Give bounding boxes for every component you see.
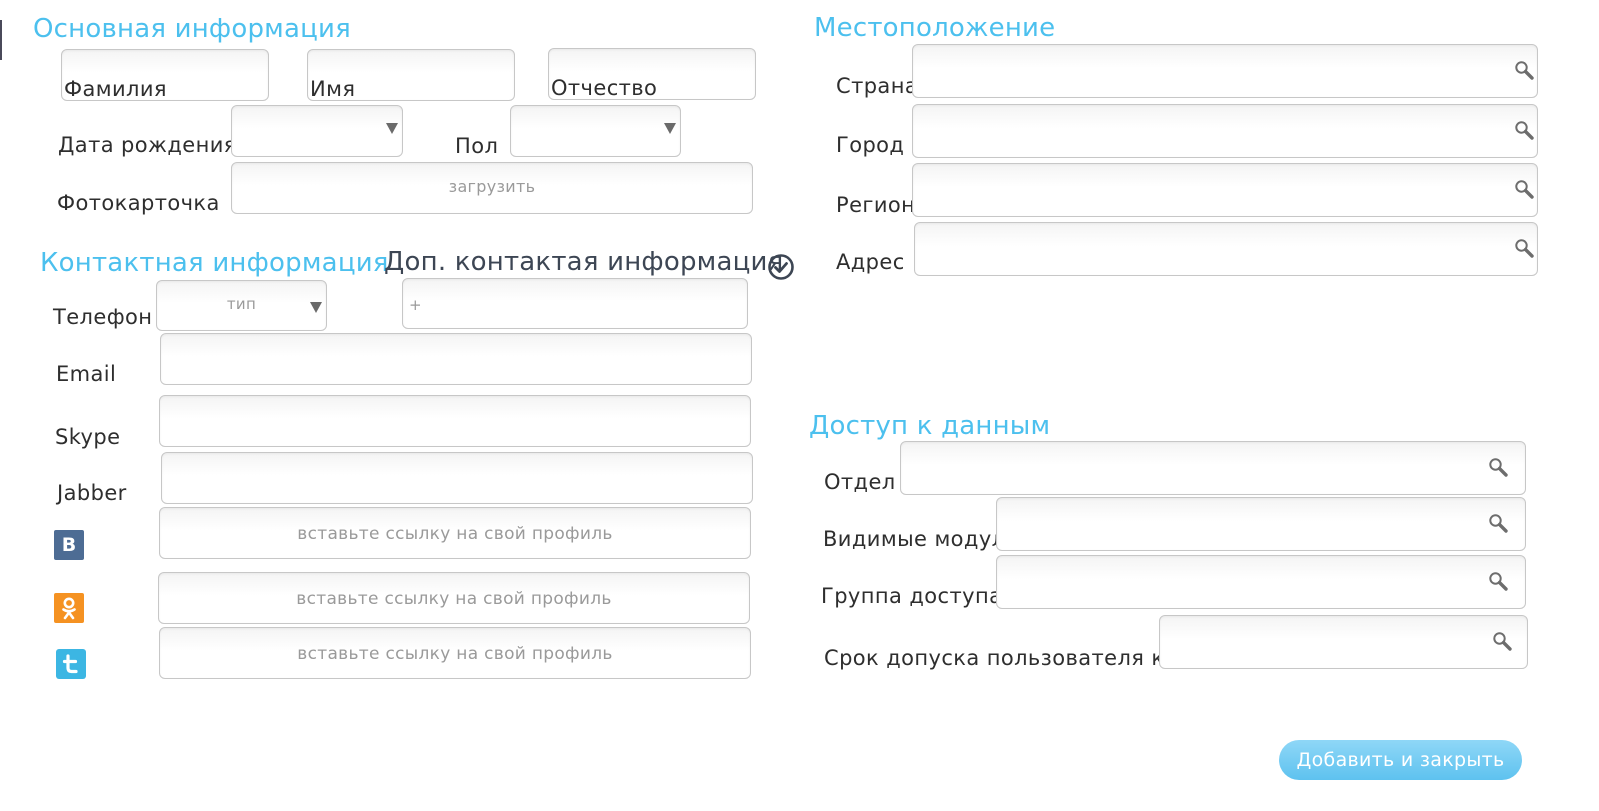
search-icon[interactable] (1491, 630, 1513, 652)
chevron-down-icon (664, 123, 676, 134)
left-edge-line (0, 20, 2, 60)
last-name-label: Фамилия (64, 77, 167, 101)
search-icon[interactable] (1513, 178, 1535, 200)
photo-label: Фотокарточка (57, 191, 220, 215)
address-search-input[interactable] (914, 222, 1538, 276)
extra-contact-tab[interactable]: Доп. контактая информация (384, 247, 783, 277)
chevron-down-icon (386, 123, 398, 134)
chevron-down-icon (310, 302, 322, 313)
first-name-label: Имя (310, 77, 356, 101)
access-heading: Доступ к данным (809, 411, 1051, 441)
access-group-label: Группа доступа (821, 584, 1003, 608)
last-name-field[interactable]: Фамилия (61, 49, 269, 101)
access-term-search-input[interactable] (1159, 615, 1528, 669)
photo-upload-field[interactable]: загрузить (231, 162, 753, 214)
basic-info-heading: Основная информация (33, 14, 351, 44)
department-search-input[interactable] (900, 441, 1526, 495)
twitter-profile-input[interactable]: вставьте ссылку на свой профиль (159, 627, 751, 679)
region-label: Регион (836, 193, 916, 217)
modules-label: Видимые модули (823, 527, 1020, 551)
contact-info-heading: Контактная информация (40, 248, 389, 278)
twitter-profile-placeholder: вставьте ссылку на свой профиль (297, 644, 613, 664)
ok-profile-input[interactable]: вставьте ссылку на свой профиль (158, 572, 750, 624)
phone-prefix: + (409, 296, 422, 314)
skype-label: Skype (55, 425, 121, 449)
department-label: Отдел (824, 470, 896, 494)
skype-input[interactable] (159, 395, 751, 447)
phone-type-placeholder: тип (226, 295, 257, 313)
vk-profile-placeholder: вставьте ссылку на свой профиль (297, 524, 613, 544)
city-search-input[interactable] (912, 104, 1538, 158)
odnoklassniki-icon (54, 593, 84, 623)
ok-profile-placeholder: вставьте ссылку на свой профиль (296, 589, 612, 609)
email-input[interactable] (160, 333, 752, 385)
phone-label: Телефон (53, 305, 153, 329)
access-group-search-input[interactable] (996, 555, 1526, 609)
phone-type-select[interactable]: тип (156, 280, 327, 331)
gender-label: Пол (455, 134, 499, 158)
upload-placeholder: загрузить (448, 177, 536, 196)
vk-icon: B (54, 530, 84, 560)
city-label: Город (836, 133, 905, 157)
add-and-close-button[interactable]: Добавить и закрыть (1279, 740, 1522, 780)
modules-search-input[interactable] (996, 497, 1526, 551)
gender-select[interactable] (510, 105, 681, 157)
address-label: Адрес (836, 250, 905, 274)
birth-date-select[interactable] (231, 105, 403, 157)
birth-date-label: Дата рождения (58, 133, 237, 157)
search-icon[interactable] (1487, 512, 1509, 534)
search-icon[interactable] (1513, 59, 1535, 81)
location-heading: Местоположение (814, 13, 1056, 43)
search-icon[interactable] (1513, 119, 1535, 141)
middle-name-label: Отчество (551, 76, 658, 100)
access-term-label: Срок допуска пользователя к ЛК (824, 646, 1204, 670)
search-icon[interactable] (1513, 237, 1535, 259)
jabber-label: Jabber (57, 481, 127, 505)
country-label: Страна (836, 74, 919, 98)
email-label: Email (56, 362, 117, 386)
check-circle-icon[interactable] (767, 253, 795, 281)
twitter-icon (56, 649, 86, 679)
country-search-input[interactable] (912, 44, 1538, 98)
first-name-field[interactable]: Имя (307, 49, 515, 101)
search-icon[interactable] (1487, 570, 1509, 592)
middle-name-field[interactable]: Отчество (548, 48, 756, 100)
jabber-input[interactable] (161, 452, 753, 504)
phone-number-input[interactable]: + (402, 278, 748, 329)
region-search-input[interactable] (912, 163, 1538, 217)
vk-profile-input[interactable]: вставьте ссылку на свой профиль (159, 507, 751, 559)
search-icon[interactable] (1487, 456, 1509, 478)
